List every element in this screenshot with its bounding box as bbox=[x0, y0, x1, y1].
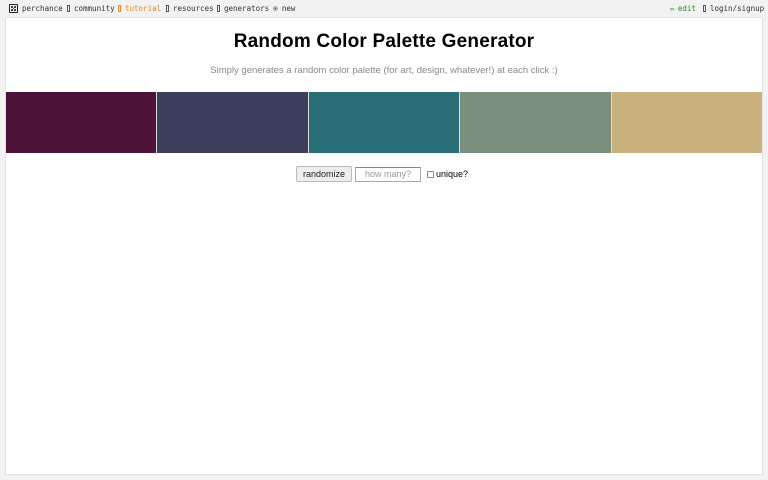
nav-community[interactable]: community bbox=[67, 3, 115, 14]
color-swatch-4 bbox=[460, 92, 612, 153]
plus-circle-icon: ⊕ bbox=[273, 4, 278, 13]
nav-new[interactable]: ⊕ new bbox=[273, 3, 295, 14]
unique-checkbox[interactable] bbox=[427, 170, 435, 178]
color-swatch-5 bbox=[611, 92, 763, 153]
nav-login-signup[interactable]: login/signup bbox=[703, 3, 764, 14]
nav-resources-label: resources bbox=[173, 4, 214, 13]
color-swatch-2 bbox=[157, 92, 309, 153]
resources-icon bbox=[166, 5, 169, 12]
generator-panel: Random Color Palette Generator Simply ge… bbox=[5, 17, 763, 475]
community-icon bbox=[67, 5, 70, 12]
unique-label: unique? bbox=[436, 169, 469, 179]
nav-edit[interactable]: ✏ edit bbox=[670, 3, 696, 14]
nav-tutorial[interactable]: tutorial bbox=[118, 3, 161, 14]
generators-icon bbox=[217, 5, 220, 12]
page-subtitle: Simply generates a random color palette … bbox=[210, 65, 558, 76]
nav-perchance-label: perchance bbox=[22, 4, 63, 13]
nav-perchance[interactable]: perchance bbox=[9, 3, 63, 14]
nav-login-label: login/signup bbox=[710, 4, 765, 13]
top-nav-bar: perchance community tutorial resources g… bbox=[0, 0, 768, 16]
nav-community-label: community bbox=[74, 4, 115, 13]
color-swatch-1 bbox=[6, 92, 158, 153]
randomize-button[interactable]: randomize bbox=[296, 166, 353, 182]
palette-controls: randomize how many? unique? bbox=[296, 166, 468, 182]
color-palette bbox=[6, 92, 763, 153]
tutorial-icon bbox=[118, 5, 121, 12]
nav-tutorial-label: tutorial bbox=[125, 4, 162, 13]
count-input[interactable]: how many? bbox=[355, 166, 422, 182]
nav-resources[interactable]: resources bbox=[166, 3, 214, 14]
page-title: Random Color Palette Generator bbox=[233, 31, 535, 52]
color-swatch-3 bbox=[308, 92, 461, 153]
nav-new-label: new bbox=[281, 4, 296, 13]
user-icon bbox=[703, 5, 706, 12]
pencil-icon: ✏ bbox=[670, 4, 675, 13]
dice-icon bbox=[9, 4, 18, 13]
nav-generators[interactable]: generators bbox=[217, 3, 269, 14]
nav-generators-label: generators bbox=[224, 4, 270, 13]
nav-edit-label: edit bbox=[677, 4, 696, 13]
